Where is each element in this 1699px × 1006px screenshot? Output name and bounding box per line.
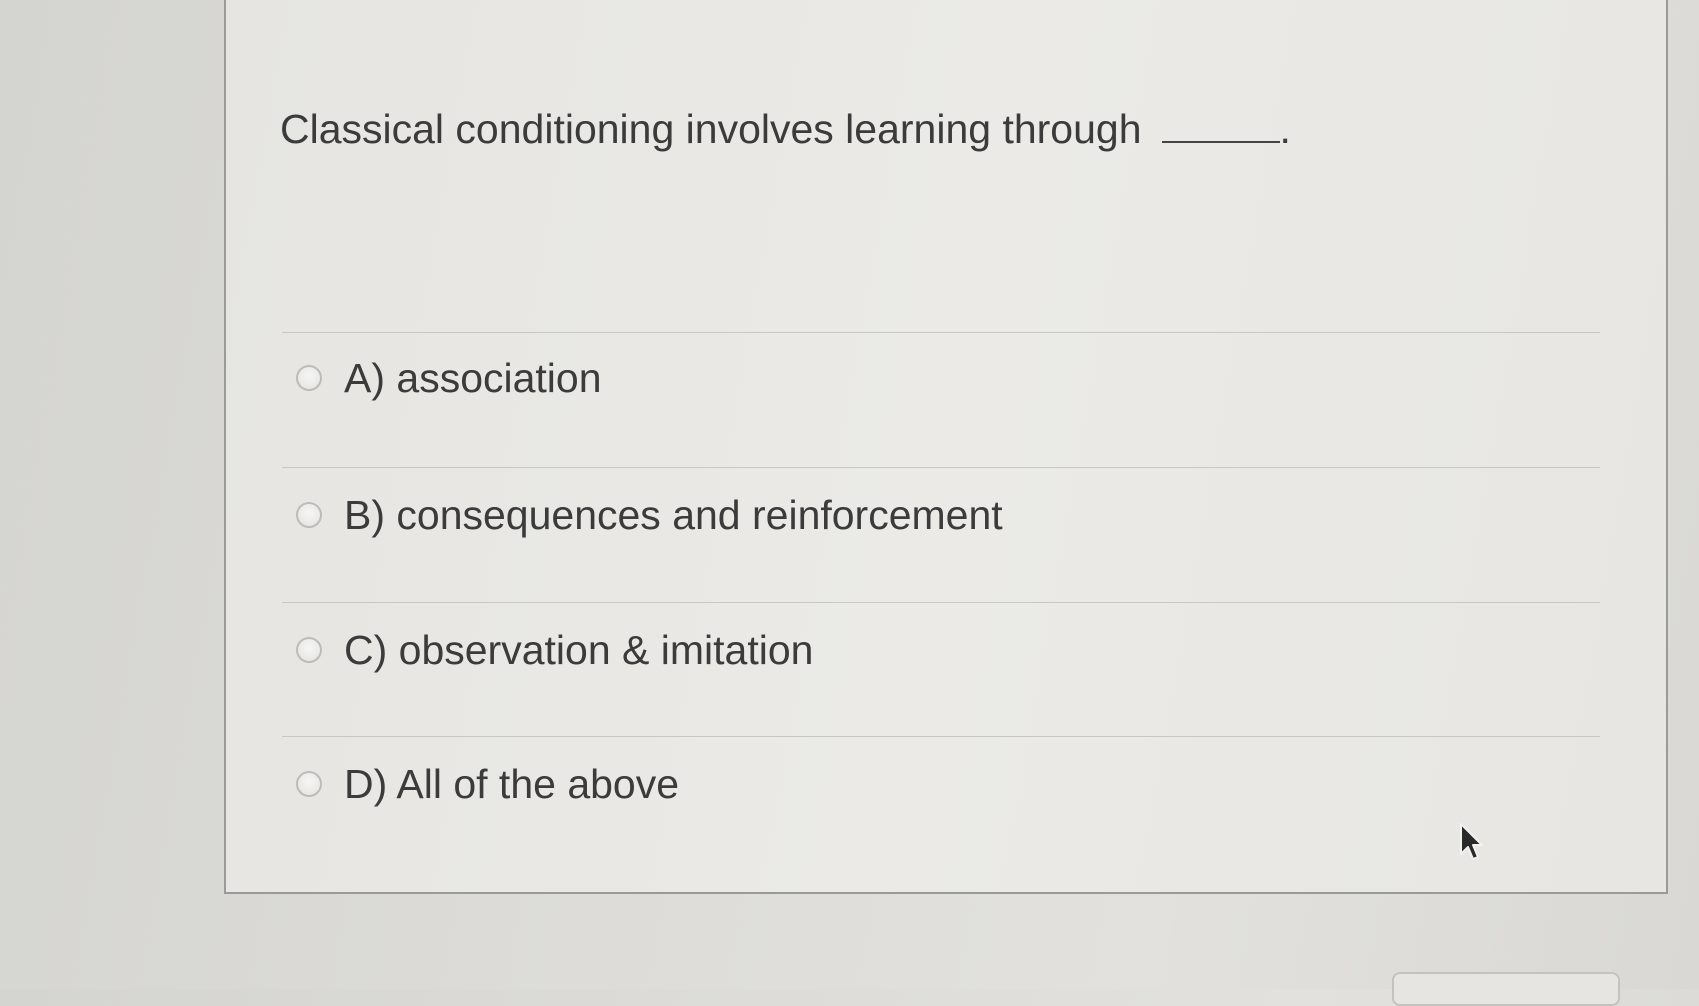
question-prompt: Classical conditioning involves learning… [280,106,1142,152]
question-card: Classical conditioning involves learning… [224,0,1668,894]
question-end-punct: . [1279,106,1291,152]
option-b-radio[interactable] [296,502,322,528]
option-b-label: B) consequences and reinforcement [344,491,1003,538]
option-a[interactable]: A) association [296,348,602,408]
option-a-label: A) association [344,354,602,401]
divider [282,736,1600,737]
option-d[interactable]: D) All of the above [296,754,679,814]
option-a-radio[interactable] [296,365,322,391]
next-button-edge[interactable] [1392,972,1620,1006]
option-c-radio[interactable] [296,637,322,663]
question-text: Classical conditioning involves learning… [280,106,1291,153]
option-b[interactable]: B) consequences and reinforcement [296,485,1003,545]
divider [282,467,1600,468]
answer-blank [1161,107,1280,143]
option-c[interactable]: C) observation & imitation [296,620,813,680]
mouse-pointer-icon [1460,823,1483,860]
option-d-radio[interactable] [296,771,322,797]
divider [282,602,1600,603]
option-d-label: D) All of the above [344,760,680,807]
divider [282,332,1600,333]
option-c-label: C) observation & imitation [344,626,814,673]
